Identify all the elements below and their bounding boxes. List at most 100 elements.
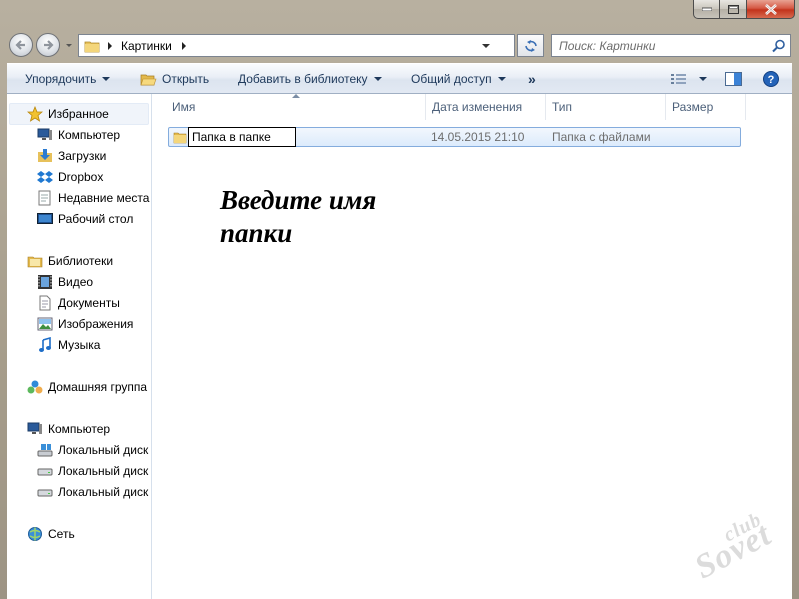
caption-buttons bbox=[693, 0, 795, 20]
nav-favorites[interactable]: Избранное bbox=[27, 104, 109, 124]
rename-input[interactable]: Папка в папке bbox=[188, 127, 296, 147]
share-button[interactable]: Общий доступ bbox=[411, 64, 511, 94]
address-history-button[interactable] bbox=[478, 35, 494, 56]
nav-favorites-desktop[interactable]: Рабочий стол bbox=[37, 209, 133, 229]
minimize-icon bbox=[701, 7, 712, 11]
file-list-pane: Имя Дата изменения Тип Размер Папка в па… bbox=[153, 94, 792, 599]
chevron-down-icon bbox=[482, 43, 490, 48]
dropbox-icon bbox=[37, 169, 53, 185]
command-bar: Упорядочить Открыть Добавить в библиотек… bbox=[7, 63, 792, 94]
organize-label: Упорядочить bbox=[25, 72, 97, 86]
folder-icon bbox=[173, 132, 187, 144]
arrow-right-icon bbox=[44, 40, 54, 50]
minimize-button[interactable] bbox=[693, 0, 720, 19]
nav-libraries-video[interactable]: Видео bbox=[37, 272, 93, 292]
video-icon bbox=[37, 274, 53, 290]
nav-libraries-music[interactable]: Музыка bbox=[37, 335, 100, 355]
nav-computer-label: Компьютер bbox=[48, 422, 111, 436]
nav-homegroup-label: Домашняя группа bbox=[48, 380, 148, 394]
refresh-button[interactable] bbox=[517, 34, 544, 57]
share-label: Общий доступ bbox=[411, 72, 492, 86]
nav-item-label: Локальный диск bbox=[58, 464, 149, 478]
preview-pane-button[interactable] bbox=[725, 64, 747, 94]
view-list-icon bbox=[671, 74, 686, 84]
nav-item-label: Рабочий стол bbox=[58, 212, 134, 226]
help-button[interactable]: ? bbox=[763, 64, 784, 94]
column-header-size[interactable]: Размер bbox=[666, 94, 746, 120]
column-header-date[interactable]: Дата изменения bbox=[426, 94, 546, 120]
nav-computer-disk-1[interactable]: Локальный диск bbox=[37, 440, 148, 460]
maximize-button[interactable] bbox=[720, 0, 747, 19]
column-header-name[interactable]: Имя bbox=[166, 94, 426, 120]
add-to-library-button[interactable]: Добавить в библиотеку bbox=[238, 64, 387, 94]
pictures-icon bbox=[37, 316, 53, 332]
back-button[interactable] bbox=[9, 33, 33, 57]
libraries-icon bbox=[27, 253, 43, 269]
computer-icon bbox=[37, 127, 53, 143]
chevron-down-icon bbox=[373, 76, 382, 81]
nav-network-label: Сеть bbox=[48, 527, 75, 541]
disk-icon bbox=[37, 484, 53, 500]
nav-item-label: Видео bbox=[58, 275, 94, 289]
open-label: Открыть bbox=[162, 72, 210, 86]
search-input[interactable] bbox=[559, 38, 769, 53]
svg-text:?: ? bbox=[768, 74, 775, 86]
close-button[interactable] bbox=[747, 0, 795, 19]
nav-libraries[interactable]: Библиотеки bbox=[27, 251, 113, 271]
change-view-button[interactable] bbox=[671, 64, 712, 94]
organize-button[interactable]: Упорядочить bbox=[25, 64, 115, 94]
file-date: 14.05.2015 21:10 bbox=[431, 130, 525, 144]
nav-item-label: Недавние места bbox=[58, 191, 150, 205]
explorer-content: Избранное Компьютер Загрузки Dropbox Нед… bbox=[7, 94, 792, 599]
star-icon bbox=[27, 106, 43, 122]
navigation-pane: Избранное Компьютер Загрузки Dropbox Нед… bbox=[7, 94, 152, 599]
table-row[interactable]: Папка в папке 14.05.2015 21:10 Папка с ф… bbox=[168, 127, 741, 147]
more-commands-button[interactable]: » bbox=[528, 64, 536, 94]
nav-item-label: Локальный диск bbox=[58, 443, 149, 457]
nav-libraries-pictures[interactable]: Изображения bbox=[37, 314, 133, 334]
nav-computer-disk-2[interactable]: Локальный диск bbox=[37, 461, 148, 481]
nav-item-label: Изображения bbox=[58, 317, 134, 331]
nav-item-label: Компьютер bbox=[58, 128, 121, 142]
nav-homegroup[interactable]: Домашняя группа bbox=[27, 377, 147, 397]
maximize-icon bbox=[727, 4, 739, 14]
annotation-line-1: Введите имя bbox=[220, 185, 377, 215]
downloads-icon bbox=[37, 148, 53, 164]
annotation-line-2: папки bbox=[220, 218, 293, 248]
close-icon bbox=[764, 3, 777, 15]
nav-favorites-computer[interactable]: Компьютер bbox=[37, 125, 120, 145]
add-to-library-label: Добавить в библиотеку bbox=[238, 72, 368, 86]
homegroup-icon bbox=[27, 379, 43, 395]
help-icon: ? bbox=[763, 71, 779, 87]
nav-libraries-documents[interactable]: Документы bbox=[37, 293, 120, 313]
recent-pages-button[interactable] bbox=[64, 39, 74, 51]
nav-network[interactable]: Сеть bbox=[27, 524, 75, 544]
address-bar[interactable]: Картинки bbox=[78, 34, 515, 57]
nav-favorites-dropbox[interactable]: Dropbox bbox=[37, 167, 103, 187]
nav-item-label: Dropbox bbox=[58, 170, 104, 184]
breadcrumb-arrow-icon[interactable] bbox=[179, 41, 189, 51]
nav-item-label: Музыка bbox=[58, 338, 101, 352]
system-disk-icon bbox=[37, 442, 53, 458]
navigation-row: Картинки bbox=[0, 30, 799, 60]
open-button[interactable]: Открыть bbox=[140, 64, 209, 94]
disk-icon bbox=[37, 463, 53, 479]
network-icon bbox=[27, 526, 43, 542]
breadcrumb-arrow-icon bbox=[108, 41, 112, 50]
nav-computer-disk-3[interactable]: Локальный диск bbox=[37, 482, 148, 502]
search-icon[interactable] bbox=[772, 39, 786, 53]
forward-button[interactable] bbox=[36, 33, 60, 57]
refresh-icon bbox=[524, 39, 537, 52]
nav-favorites-downloads[interactable]: Загрузки bbox=[37, 146, 106, 166]
desktop-icon bbox=[37, 211, 53, 227]
nav-item-label: Загрузки bbox=[58, 149, 107, 163]
breadcrumb-item[interactable]: Картинки bbox=[121, 39, 172, 53]
nav-favorites-recent-places[interactable]: Недавние места bbox=[37, 188, 149, 208]
column-header-type[interactable]: Тип bbox=[546, 94, 666, 120]
nav-libraries-label: Библиотеки bbox=[48, 254, 114, 268]
nav-computer[interactable]: Компьютер bbox=[27, 419, 110, 439]
chevron-down-icon bbox=[699, 76, 707, 81]
chevron-down-icon bbox=[66, 44, 72, 47]
music-icon bbox=[37, 337, 53, 353]
arrow-left-icon bbox=[15, 40, 25, 50]
